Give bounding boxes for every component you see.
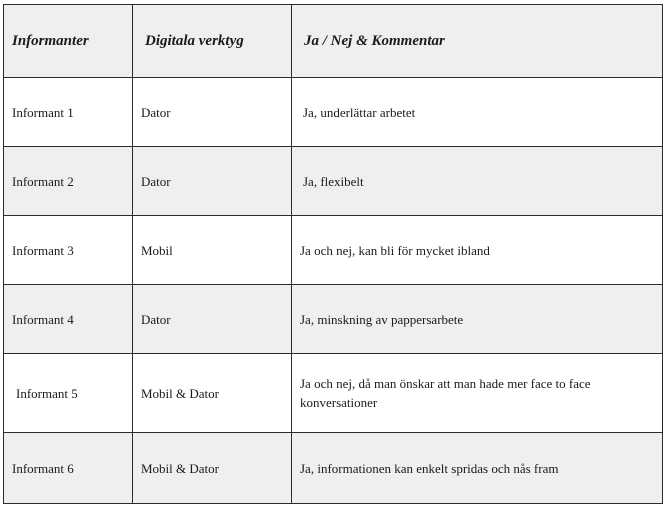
comment-cell: Ja och nej, kan bli för mycket ibland [291, 215, 663, 285]
table-row: Informant 4 Dator Ja, minskning av pappe… [3, 284, 663, 354]
informant-cell: Informant 4 [3, 284, 133, 354]
informant-cell: Informant 1 [3, 77, 133, 147]
tool-cell: Mobil & Dator [132, 432, 292, 504]
header-row: Informanter Digitala verktyg Ja / Nej & … [3, 4, 663, 78]
informant-cell: Informant 6 [3, 432, 133, 504]
table-row: Informant 2 Dator Ja, flexibelt [3, 146, 663, 216]
table-row: Informant 5 Mobil & Dator Ja och nej, då… [3, 353, 663, 433]
informant-cell: Informant 5 [3, 353, 133, 433]
table-row: Informant 6 Mobil & Dator Ja, informatio… [3, 432, 663, 504]
informant-cell: Informant 3 [3, 215, 133, 285]
comment-cell: Ja och nej, då man önskar att man hade m… [291, 353, 663, 433]
comment-cell: Ja, minskning av pappersarbete [291, 284, 663, 354]
table-row: Informant 3 Mobil Ja och nej, kan bli fö… [3, 215, 663, 285]
header-digitala-verktyg: Digitala verktyg [132, 4, 292, 78]
informant-table: Informanter Digitala verktyg Ja / Nej & … [3, 4, 663, 504]
tool-cell: Dator [132, 77, 292, 147]
comment-cell: Ja, flexibelt [291, 146, 663, 216]
table-row: Informant 1 Dator Ja, underlättar arbete… [3, 77, 663, 147]
informant-cell: Informant 2 [3, 146, 133, 216]
tool-cell: Dator [132, 146, 292, 216]
comment-cell: Ja, informationen kan enkelt spridas och… [291, 432, 663, 504]
comment-cell: Ja, underlättar arbetet [291, 77, 663, 147]
header-informanter: Informanter [3, 4, 133, 78]
header-ja-nej-kommentar: Ja / Nej & Kommentar [291, 4, 663, 78]
tool-cell: Dator [132, 284, 292, 354]
tool-cell: Mobil [132, 215, 292, 285]
tool-cell: Mobil & Dator [132, 353, 292, 433]
